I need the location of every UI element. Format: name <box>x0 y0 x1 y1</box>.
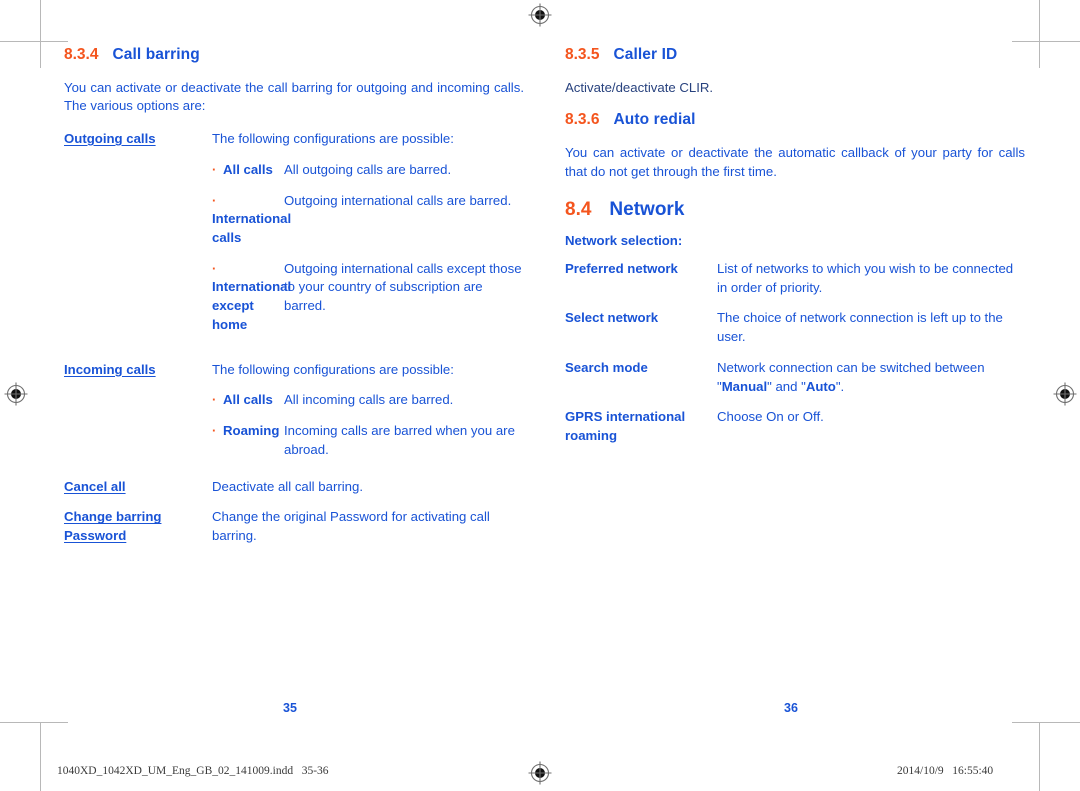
term-outgoing-calls: Outgoing calls <box>64 131 156 147</box>
row-outgoing-all-calls: · All calls All outgoing calls are barred… <box>64 161 524 180</box>
term-outgoing-international-except-home: · International except home <box>212 260 291 335</box>
definition-select-network: The choice of network connection is left… <box>717 310 1003 345</box>
heading-call-barring: 8.3.4 Call barring <box>64 46 524 65</box>
heading-number: 8.3.5 <box>565 46 600 63</box>
row-select-network: Select network The choice of network con… <box>565 309 1025 346</box>
row-gprs-international-roaming: GPRS international roaming Choose On or … <box>565 408 1025 445</box>
call-barring-intro: You can activate or deactivate the call … <box>64 79 524 114</box>
heading-title: Call barring <box>112 46 200 63</box>
right-page: 8.3.5 Caller ID Activate/deactivate CLIR.… <box>565 46 1025 458</box>
term-label: International calls <box>212 211 292 245</box>
term-outgoing-all-calls: · All calls <box>212 161 284 180</box>
definition-search-mode: Network connection can be switched betwe… <box>717 359 1025 396</box>
term-incoming-roaming: · Roaming <box>212 422 284 459</box>
left-page: 8.3.4 Call barring You can activate or de… <box>64 46 524 558</box>
bullet-icon: · <box>212 161 217 177</box>
definition-outgoing-international-calls: Outgoing international calls are barred. <box>284 192 512 208</box>
page-number-left: 35 <box>283 701 297 715</box>
bullet-icon: · <box>212 260 217 276</box>
bullet-icon: · <box>212 392 217 408</box>
row-change-barring-password: Change barring Password Change the origi… <box>64 508 524 545</box>
term-label: All calls <box>223 161 273 177</box>
subhead-network-selection: Network selection: <box>565 233 683 249</box>
page-number-right: 36 <box>784 701 798 715</box>
heading-title: Auto redial <box>613 111 696 129</box>
caller-id-body: Activate/deactivate CLIR. <box>565 79 714 95</box>
definition-change-barring-password: Change the original Password for activat… <box>212 509 490 544</box>
definition-part-mid: " and " <box>767 378 806 394</box>
definition-cancel-all: Deactivate all call barring. <box>212 478 363 494</box>
definition-outgoing-calls: The following configurations are possibl… <box>212 131 454 147</box>
definition-preferred-network: List of networks to which you wish to be… <box>717 260 1014 295</box>
page-spread: 8.3.4 Call barring You can activate or de… <box>0 0 1080 789</box>
row-outgoing-international-except-home: · International except home Outgoing inte… <box>64 260 524 335</box>
term-change-barring-password: Change barring Password <box>64 509 162 544</box>
heading-title: Caller ID <box>613 46 678 63</box>
term-incoming-calls: Incoming calls <box>64 361 156 377</box>
row-outgoing-calls: Outgoing calls The following configurati… <box>64 130 524 149</box>
heading-number: 8.4 <box>565 199 592 221</box>
heading-network: 8.4 Network <box>565 199 1025 222</box>
row-preferred-network: Preferred network List of networks to wh… <box>565 260 1025 297</box>
auto-redial-body: You can activate or deactivate the autom… <box>565 144 1025 179</box>
term-select-network: Select network <box>565 310 659 326</box>
term-label: International except home <box>212 279 292 332</box>
term-label: All calls <box>223 392 273 408</box>
footer-timestamp: 2014/10/9 16:55:40 <box>897 765 994 777</box>
term-cancel-all: Cancel all <box>64 478 126 494</box>
heading-number: 8.3.6 <box>565 111 600 129</box>
term-search-mode: Search mode <box>565 359 648 375</box>
definition-outgoing-international-except-home: Outgoing international calls except thos… <box>284 260 522 314</box>
row-incoming-calls: Incoming calls The following configurati… <box>64 361 524 380</box>
term-outgoing-international-calls: · International calls <box>212 192 291 248</box>
definition-incoming-calls: The following configurations are possibl… <box>212 361 454 377</box>
row-incoming-all-calls: · All calls All incoming calls are barred… <box>64 391 524 410</box>
definition-bold-auto: Auto <box>805 378 836 394</box>
heading-auto-redial: 8.3.6 Auto redial <box>565 111 1025 130</box>
heading-caller-id: 8.3.5 Caller ID <box>565 46 1025 65</box>
definition-part-post: ". <box>835 378 845 394</box>
term-preferred-network: Preferred network <box>565 260 678 276</box>
definition-incoming-roaming: Incoming calls are barred when you are a… <box>284 423 515 457</box>
heading-title: Network <box>609 199 685 221</box>
term-label: Roaming <box>223 423 280 439</box>
row-cancel-all: Cancel all Deactivate all call barring. <box>64 478 524 497</box>
definition-incoming-all-calls: All incoming calls are barred. <box>284 392 454 408</box>
bullet-icon: · <box>212 192 217 208</box>
definition-outgoing-all-calls: All outgoing calls are barred. <box>284 161 452 177</box>
row-outgoing-international-calls: · International calls Outgoing internatio… <box>64 192 524 248</box>
heading-number: 8.3.4 <box>64 46 99 63</box>
definition-gprs-international-roaming: Choose On or Off. <box>717 409 824 425</box>
footer-file-name: 1040XD_1042XD_UM_Eng_GB_02_141009.indd 3… <box>57 765 329 777</box>
bullet-icon: · <box>212 423 217 439</box>
definition-bold-manual: Manual <box>721 378 768 394</box>
row-search-mode: Search mode Network connection can be sw… <box>565 359 1025 396</box>
term-incoming-all-calls: · All calls <box>212 391 284 410</box>
row-incoming-roaming: · Roaming Incoming calls are barred when … <box>64 422 524 459</box>
term-gprs-international-roaming: GPRS international roaming <box>565 409 686 444</box>
